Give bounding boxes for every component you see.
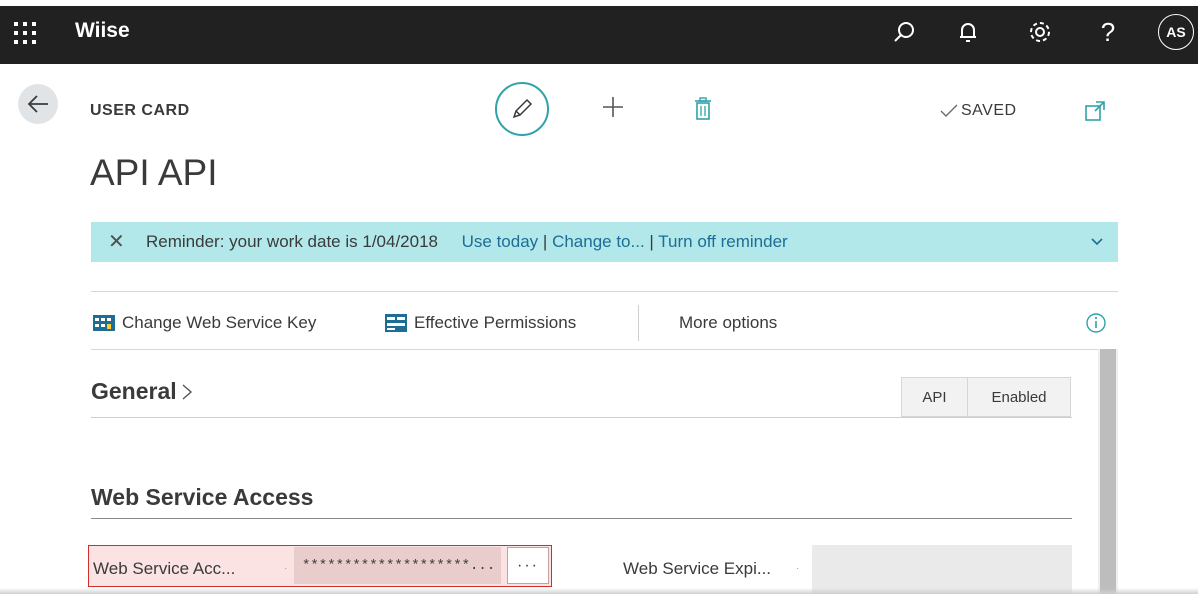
saved-label: SAVED <box>961 102 1017 119</box>
change-web-service-key-action[interactable]: Change Web Service Key <box>92 313 316 333</box>
permissions-icon <box>385 314 407 332</box>
open-new-window-icon[interactable] <box>1084 100 1108 124</box>
summary-chip: Enabled <box>968 378 1070 416</box>
trash-icon <box>695 97 711 120</box>
help-icon[interactable]: ? <box>1092 16 1124 48</box>
web-service-expiry-input[interactable] <box>812 545 1072 594</box>
gear-icon[interactable] <box>1024 16 1056 48</box>
notification-content: Reminder: your work date is 1/04/2018 Us… <box>146 232 788 252</box>
page-title: API API <box>90 152 218 193</box>
chevron-down-icon[interactable] <box>1086 230 1108 252</box>
pencil-icon <box>512 98 533 119</box>
saved-status: SAVED <box>940 102 1017 120</box>
bell-icon[interactable] <box>952 16 984 48</box>
window-top-strip <box>0 0 1198 6</box>
dismiss-notification-icon[interactable]: ✕ <box>108 229 125 254</box>
top-bar <box>0 0 1198 64</box>
web-service-key-label: Web Service Acc... <box>93 559 236 578</box>
web-service-access-heading: Web Service Access <box>91 484 314 510</box>
key-action-icon <box>93 315 115 331</box>
notification-message: Reminder: your work date is 1/04/2018 <box>146 232 438 251</box>
scrollbar-thumb[interactable] <box>1100 349 1116 594</box>
delete-button[interactable] <box>690 94 716 124</box>
app-name[interactable]: Wiise <box>75 19 130 43</box>
check-icon <box>940 104 958 117</box>
general-summary-chips: API Enabled <box>901 377 1071 417</box>
lookup-button[interactable]: ··· <box>507 547 549 584</box>
avatar[interactable]: AS <box>1158 14 1194 50</box>
bottom-edge <box>0 588 1198 594</box>
dot-separator: · <box>284 563 288 574</box>
effective-permissions-action[interactable]: Effective Permissions <box>384 313 576 333</box>
separator: | <box>542 232 548 251</box>
change-to-link[interactable]: Change to... <box>552 232 645 251</box>
turn-off-reminder-link[interactable]: Turn off reminder <box>658 232 787 251</box>
web-service-expiry-label: Web Service Expi... <box>623 559 772 578</box>
plus-icon <box>603 97 623 117</box>
more-options-action[interactable]: More options <box>679 313 777 333</box>
dot-separator: · <box>796 563 800 574</box>
waffle-icon[interactable] <box>12 20 38 46</box>
general-heading: General <box>91 378 177 404</box>
back-arrow-icon <box>27 95 48 113</box>
more-options-label: More options <box>679 313 778 332</box>
effective-permissions-label: Effective Permissions <box>414 313 577 332</box>
separator: | <box>649 232 654 251</box>
chevron-right-icon <box>182 383 192 400</box>
general-section-header[interactable]: General <box>91 378 194 405</box>
edit-button[interactable] <box>495 82 549 136</box>
back-button[interactable] <box>18 84 58 124</box>
divider <box>91 349 1098 350</box>
info-icon[interactable] <box>1085 312 1107 334</box>
summary-chip: API <box>902 378 968 416</box>
divider <box>91 417 1072 418</box>
divider <box>91 291 1118 292</box>
new-button[interactable] <box>598 92 628 122</box>
page-caption: USER CARD <box>90 102 190 119</box>
search-icon[interactable] <box>888 16 920 48</box>
divider <box>91 518 1072 519</box>
change-key-label: Change Web Service Key <box>122 313 317 332</box>
action-separator <box>638 305 639 341</box>
web-service-key-input[interactable]: ********************... <box>294 547 501 584</box>
use-today-link[interactable]: Use today <box>462 232 539 251</box>
